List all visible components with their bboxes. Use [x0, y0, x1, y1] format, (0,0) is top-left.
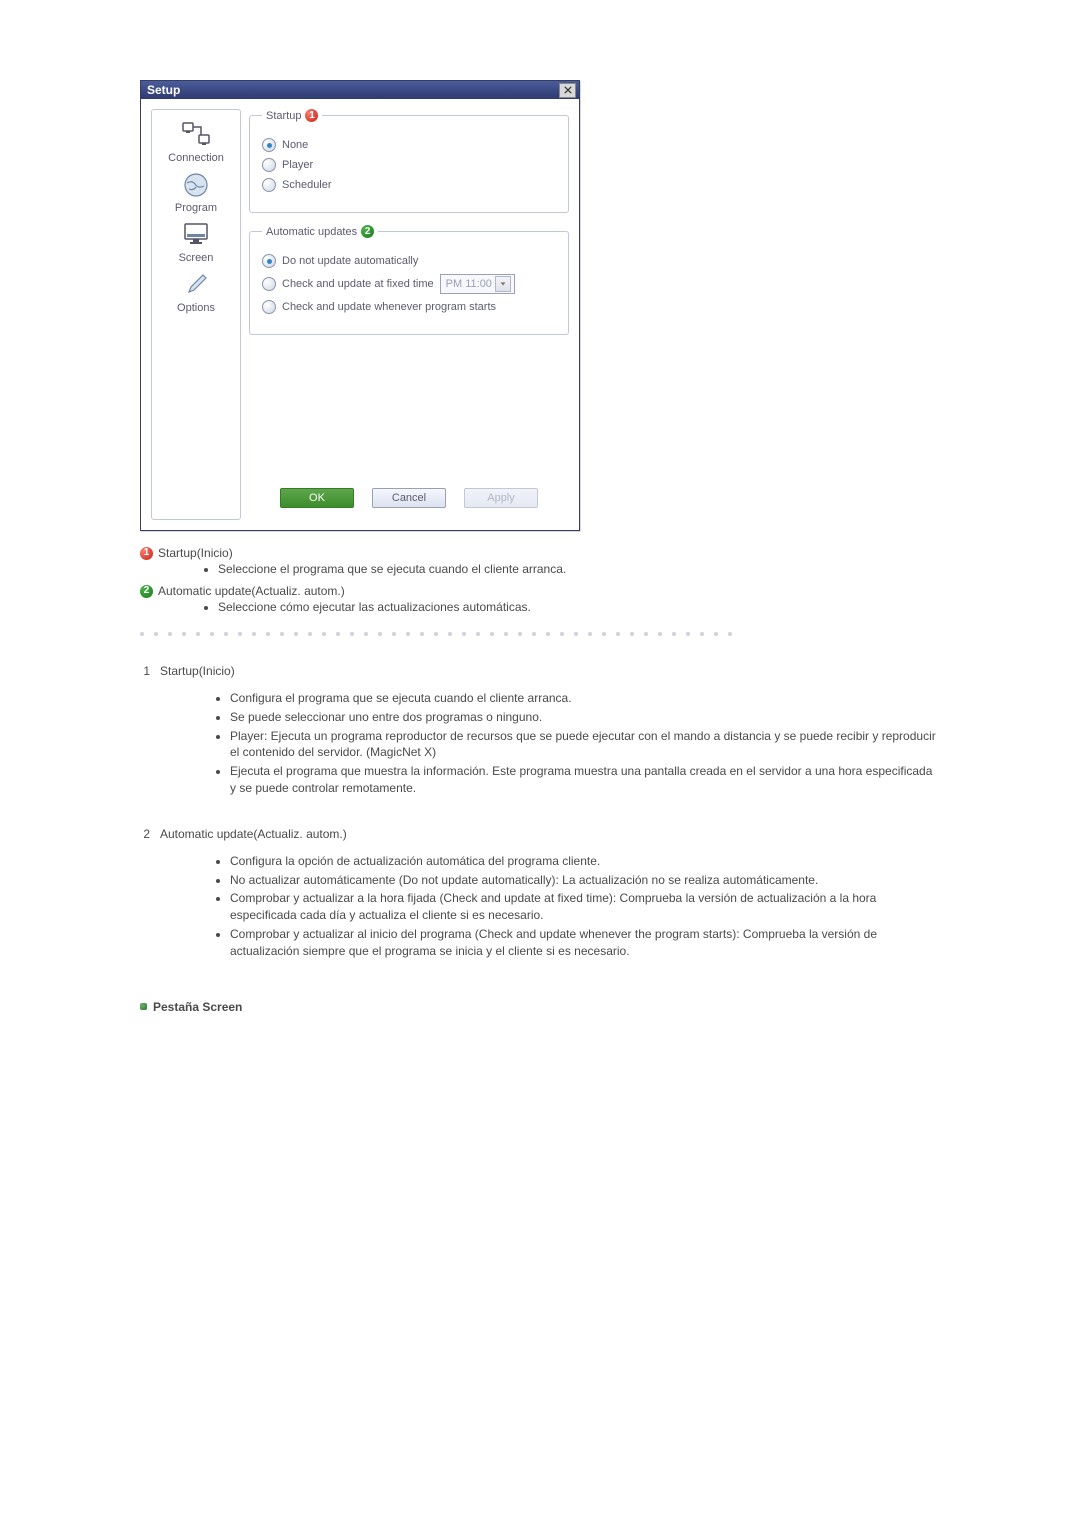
list-item: Configura la opción de actualización aut…	[230, 853, 940, 870]
sidebar-item-options[interactable]: Options	[161, 270, 231, 314]
sidebar-item-label: Options	[177, 302, 215, 314]
detail-title: Automatic update(Actualiz. autom.)	[160, 827, 347, 841]
radio-label: Check and update at fixed time	[282, 278, 434, 290]
caption-updates-title: Automatic update(Actualiz. autom.)	[158, 584, 345, 598]
sidebar-item-connection[interactable]: Connection	[161, 120, 231, 164]
caption-updates-desc: Seleccione cómo ejecutar las actualizaci…	[218, 600, 940, 614]
list-item: Comprobar y actualizar a la hora fijada …	[230, 890, 940, 924]
ok-button[interactable]: OK	[280, 488, 354, 508]
callout-one-icon: 1	[140, 547, 153, 560]
section-title: Pestaña Screen	[153, 1000, 242, 1014]
brush-icon	[178, 270, 214, 300]
monitor-icon	[178, 220, 214, 250]
dialog-title: Setup	[147, 83, 559, 97]
close-icon[interactable]	[559, 83, 576, 98]
sidebar: Connection Program	[151, 109, 241, 520]
list-item: Configura el programa que se ejecuta cua…	[230, 690, 940, 707]
radio-starts[interactable]	[262, 300, 276, 314]
sidebar-item-program[interactable]: Program	[161, 170, 231, 214]
captions: 1 Startup(Inicio) Seleccione el programa…	[140, 546, 940, 614]
dialog-footer: OK Cancel Apply	[249, 480, 569, 520]
startup-legend: Startup	[266, 110, 301, 122]
sidebar-item-label: Connection	[168, 152, 224, 164]
time-select[interactable]: PM 11:00	[440, 274, 515, 294]
detail-title: Startup(Inicio)	[160, 664, 235, 678]
detail-startup: 1 Startup(Inicio) Configura el programa …	[140, 664, 940, 797]
callout-two-icon: 2	[140, 585, 153, 598]
radio-fixed[interactable]	[262, 277, 276, 291]
radio-label: None	[282, 139, 308, 151]
detail-num: 2	[140, 827, 150, 841]
chevron-down-icon	[495, 276, 511, 292]
list-item: Comprobar y actualizar al inicio del pro…	[230, 926, 940, 960]
apply-button[interactable]: Apply	[464, 488, 538, 508]
radio-player[interactable]	[262, 158, 276, 172]
radio-noauto[interactable]	[262, 254, 276, 268]
radio-label: Scheduler	[282, 179, 332, 191]
right-panel: Startup 1 None Player Scheduler	[249, 109, 569, 520]
callout-two-icon: 2	[361, 225, 374, 238]
connection-icon	[178, 120, 214, 150]
radio-label: Player	[282, 159, 313, 171]
detail-num: 1	[140, 664, 150, 678]
globe-icon	[178, 170, 214, 200]
list-item: Ejecuta el programa que muestra la infor…	[230, 763, 940, 797]
detail-updates: 2 Automatic update(Actualiz. autom.) Con…	[140, 827, 940, 960]
setup-dialog: Setup Con	[140, 80, 580, 531]
list-item: No actualizar automáticamente (Do not up…	[230, 872, 940, 889]
radio-label: Check and update whenever program starts	[282, 301, 496, 313]
sidebar-item-label: Program	[175, 202, 217, 214]
caption-startup-desc: Seleccione el programa que se ejecuta cu…	[218, 562, 940, 576]
updates-group: Automatic updates 2 Do not update automa…	[249, 225, 569, 335]
dotted-separator	[140, 632, 940, 636]
sidebar-item-screen[interactable]: Screen	[161, 220, 231, 264]
caption-startup-title: Startup(Inicio)	[158, 546, 233, 560]
sidebar-item-label: Screen	[179, 252, 214, 264]
titlebar: Setup	[141, 81, 579, 99]
radio-none[interactable]	[262, 138, 276, 152]
list-item: Se puede seleccionar uno entre dos progr…	[230, 709, 940, 726]
radio-label: Do not update automatically	[282, 255, 418, 267]
radio-scheduler[interactable]	[262, 178, 276, 192]
callout-one-icon: 1	[305, 109, 318, 122]
cancel-button[interactable]: Cancel	[372, 488, 446, 508]
updates-legend: Automatic updates	[266, 226, 357, 238]
list-item: Player: Ejecuta un programa reproductor …	[230, 728, 940, 762]
startup-group: Startup 1 None Player Scheduler	[249, 109, 569, 213]
section-header-screen: Pestaña Screen	[140, 1000, 940, 1014]
bullet-icon	[140, 1003, 147, 1010]
time-value: PM 11:00	[446, 278, 492, 290]
